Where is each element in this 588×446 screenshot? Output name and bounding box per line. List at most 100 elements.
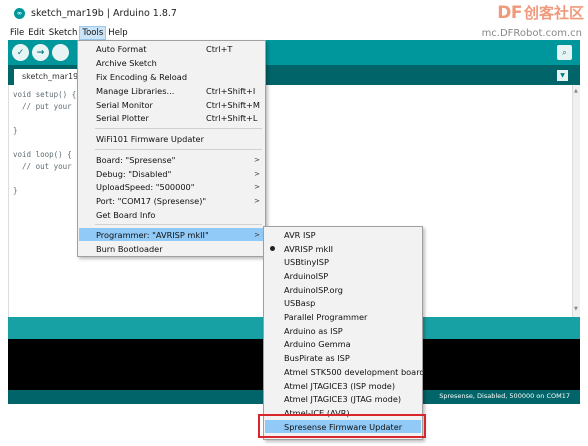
programmer-option-label: Parallel Programmer <box>284 312 368 323</box>
menu-item-debug[interactable]: Debug: "Disabled" > <box>79 167 264 180</box>
programmer-option-label: Atmel JTAGICE3 (JTAG mode) <box>284 394 402 405</box>
arduino-logo-icon: ∞ <box>14 7 25 19</box>
menu-item-auto-format[interactable]: Auto Format Ctrl+T <box>79 42 264 55</box>
menu-item-serial-monitor[interactable]: Serial Monitor Ctrl+Shift+M <box>79 98 264 111</box>
programmer-option[interactable]: Parallel Programmer <box>265 310 421 324</box>
code-line: void setup() { <box>13 90 77 99</box>
menu-item-label: WiFi101 Firmware Updater <box>96 133 204 144</box>
submenu-arrow-icon: > <box>254 155 260 164</box>
window-title: sketch_mar19b | Arduino 1.8.7 <box>31 7 177 19</box>
arduino-ide-window: ∞ sketch_mar19b | Arduino 1.8.7 DF 创客社区 … <box>0 0 588 446</box>
code-line: void loop() { <box>13 150 72 159</box>
submenu-arrow-icon: > <box>254 230 260 239</box>
programmer-option-label: BusPirate as ISP <box>284 353 350 364</box>
programmer-option[interactable]: ArduinoISP.org <box>265 283 421 297</box>
watermark-cn-text: 创客社区 <box>523 4 584 22</box>
menu-item-get-board-info[interactable]: Get Board Info <box>79 208 264 221</box>
annotation-highlight-box <box>258 414 426 438</box>
menu-item-label: Port: "COM17 (Spresense)" <box>96 195 207 206</box>
search-icon: ⌕ <box>562 47 567 57</box>
menu-item-shortcut: Ctrl+T <box>206 43 233 54</box>
programmer-option-label: USBasp <box>284 298 316 309</box>
programmer-option-label: USBtinyISP <box>284 257 329 268</box>
menu-item-wifi101-updater[interactable]: WiFi101 Firmware Updater <box>79 132 264 145</box>
menu-item-shortcut: Ctrl+Shift+M <box>206 99 260 110</box>
menu-item-label: Burn Bootloader <box>96 243 163 254</box>
programmer-submenu: AVR ISP AVRISP mkII USBtinyISP ArduinoIS… <box>263 226 425 440</box>
menu-item-shortcut: Ctrl+Shift+I <box>206 85 256 96</box>
menu-bar: File Edit Sketch Tools Help <box>8 26 130 40</box>
editor-scrollbar[interactable] <box>572 85 580 317</box>
menu-file[interactable]: File <box>8 26 26 40</box>
menu-item-label: Serial Plotter <box>96 112 149 123</box>
board-info: Spresense, Disabled, 500000 on COM17 <box>439 392 570 400</box>
upload-icon: → <box>36 47 45 58</box>
submenu-arrow-icon: > <box>254 182 260 191</box>
menu-help[interactable]: Help <box>106 26 129 40</box>
menu-item-label: Serial Monitor <box>96 99 153 110</box>
menu-item-label: Archive Sketch <box>96 57 157 68</box>
menu-item-fix-encoding[interactable]: Fix Encoding & Reload <box>79 70 264 83</box>
submenu-arrow-icon: > <box>254 196 260 205</box>
watermark-brand: DF <box>497 2 522 23</box>
programmer-option-label: ArduinoISP <box>284 270 329 281</box>
programmer-option[interactable]: Arduino Gemma <box>265 338 421 352</box>
programmer-option[interactable]: USBasp <box>265 297 421 311</box>
menu-item-archive-sketch[interactable]: Archive Sketch <box>79 56 264 69</box>
tab-menu-button[interactable]: ▼ <box>557 70 568 81</box>
programmer-option[interactable]: Arduino as ISP <box>265 324 421 338</box>
tools-menu: Auto Format Ctrl+T Archive Sketch Fix En… <box>77 40 266 257</box>
menu-item-board[interactable]: Board: "Spresense" > <box>79 153 264 166</box>
programmer-option-label: Atmel STK500 development board <box>284 366 425 377</box>
programmer-option[interactable]: Atmel JTAGICE3 (JTAG mode) <box>265 392 421 406</box>
verify-button[interactable]: ✓ <box>12 44 29 61</box>
menu-item-label: Debug: "Disabled" <box>96 168 172 179</box>
code-line: // out your <box>13 162 72 171</box>
menu-item-serial-plotter[interactable]: Serial Plotter Ctrl+Shift+L <box>79 111 264 124</box>
watermark-url: mc.DFRobot.com.cn <box>481 28 582 39</box>
menu-sketch[interactable]: Sketch <box>47 26 80 40</box>
programmer-option[interactable]: AVR ISP <box>265 228 421 242</box>
menu-item-label: Programmer: "AVRISP mkII" <box>96 229 209 240</box>
programmer-option[interactable]: USBtinyISP <box>265 255 421 269</box>
menu-item-burn-bootloader[interactable]: Burn Bootloader <box>79 242 264 255</box>
new-button[interactable] <box>52 44 69 61</box>
menu-item-label: Get Board Info <box>96 209 156 220</box>
menu-edit[interactable]: Edit <box>26 26 46 40</box>
serial-monitor-button[interactable]: ⌕ <box>557 45 572 60</box>
menu-item-upload-speed[interactable]: UploadSpeed: "500000" > <box>79 180 264 193</box>
programmer-option-label: AVR ISP <box>284 229 316 240</box>
programmer-option[interactable]: Atmel JTAGICE3 (ISP mode) <box>265 379 421 393</box>
menu-item-label: UploadSpeed: "500000" <box>96 181 195 192</box>
radio-selected-icon <box>270 245 275 251</box>
code-line: } <box>13 186 18 195</box>
programmer-option[interactable]: Atmel STK500 development board <box>265 365 425 379</box>
menu-item-manage-libraries[interactable]: Manage Libraries... Ctrl+Shift+I <box>79 84 264 97</box>
programmer-option-label: AVRISP mkII <box>284 243 334 254</box>
menu-item-programmer[interactable]: Programmer: "AVRISP mkII" > <box>79 228 264 241</box>
programmer-option-selected[interactable]: AVRISP mkII <box>265 242 421 256</box>
code-line: // put your <box>13 102 72 111</box>
programmer-option[interactable]: BusPirate as ISP <box>265 351 421 365</box>
scroll-up-icon[interactable]: ▲ <box>574 88 578 94</box>
menu-separator <box>95 224 262 225</box>
menu-item-port[interactable]: Port: "COM17 (Spresense)" > <box>79 194 264 207</box>
upload-button[interactable]: → <box>32 44 49 61</box>
menu-separator <box>95 149 262 150</box>
title-bar: ∞ sketch_mar19b | Arduino 1.8.7 <box>8 0 580 26</box>
menu-item-label: Auto Format <box>96 43 147 54</box>
programmer-option-label: Arduino as ISP <box>284 325 343 336</box>
scroll-down-icon[interactable]: ▼ <box>574 306 578 312</box>
submenu-arrow-icon: > <box>254 169 260 178</box>
menu-separator <box>95 128 262 129</box>
programmer-option-label: ArduinoISP.org <box>284 284 343 295</box>
menu-item-label: Manage Libraries... <box>96 85 175 96</box>
code-line: } <box>13 126 18 135</box>
chevron-down-icon: ▼ <box>560 72 565 79</box>
programmer-option-label: Atmel JTAGICE3 (ISP mode) <box>284 380 396 391</box>
menu-item-label: Board: "Spresense" <box>96 154 176 165</box>
menu-tools[interactable]: Tools <box>79 26 107 40</box>
programmer-option[interactable]: ArduinoISP <box>265 269 421 283</box>
tab-sketch[interactable]: sketch_mar19 <box>14 69 78 85</box>
dfrobot-watermark: DF 创客社区 <box>497 2 584 23</box>
